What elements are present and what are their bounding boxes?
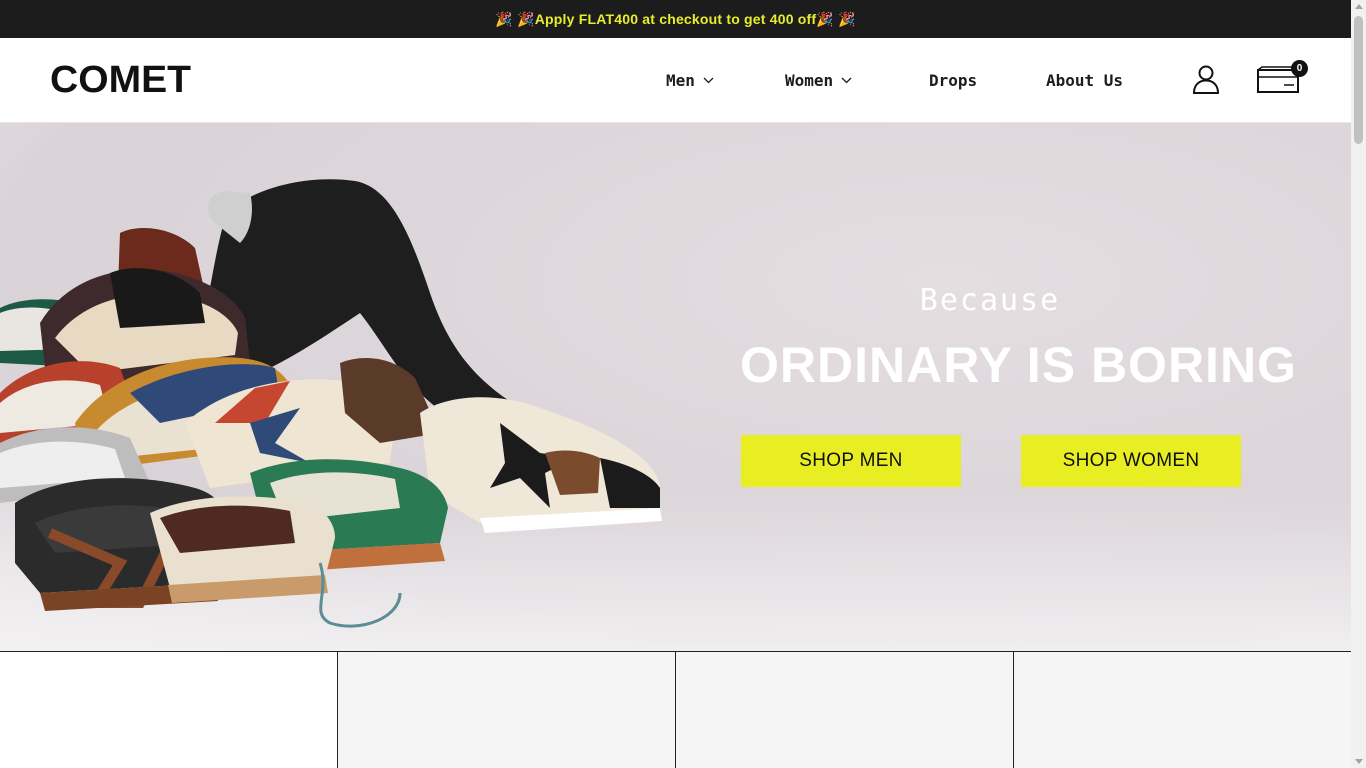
nav-about-us[interactable]: About Us [1046,68,1123,92]
hero-kicker: Because [919,283,1061,318]
category-strip [0,651,1351,768]
page: 🎉 🎉Apply FLAT400 at checkout to get 400 … [0,0,1351,768]
nav-drops-label: Drops [929,70,978,90]
comet-logo[interactable]: COMET [50,61,192,97]
category-tile[interactable] [675,652,1013,768]
scroll-up-arrow-icon[interactable] [1355,4,1363,9]
logo-text: COMET [50,61,191,97]
nav-about-label: About Us [1046,70,1124,90]
hero-text: Because ORDINARY IS BORING [740,283,1297,394]
account-button[interactable] [1191,64,1221,94]
hero-banner: Because ORDINARY IS BORING SHOP MEN SHOP… [0,123,1351,651]
scroll-down-arrow-icon[interactable] [1355,759,1363,764]
site-header: COMET Men Women Drops About Us 0 [0,38,1351,123]
category-tile[interactable] [337,652,675,768]
announcement-bar: 🎉 🎉Apply FLAT400 at checkout to get 400 … [0,0,1351,38]
nav-men-label: Men [666,70,695,90]
nav-women-label: Women [785,70,834,90]
category-tile[interactable] [1013,652,1351,768]
nav-women[interactable]: Women [785,68,852,92]
chevron-down-icon [841,77,852,83]
nav-drops[interactable]: Drops [929,68,977,92]
hero-sneakers-image [0,179,662,628]
shop-men-button[interactable]: SHOP MEN [741,435,961,487]
page-scrollbar[interactable] [1351,0,1366,768]
shop-women-button[interactable]: SHOP WOMEN [1021,435,1241,487]
user-icon [1192,65,1220,94]
nav-men[interactable]: Men [666,68,714,92]
scroll-thumb[interactable] [1354,16,1363,144]
hero-cta-row: SHOP MEN SHOP WOMEN [740,435,1241,487]
hero-headline: ORDINARY IS BORING [740,337,1297,393]
cart-button[interactable]: 0 [1256,60,1308,96]
cart-count-badge: 0 [1291,60,1308,77]
announcement-text: 🎉 🎉Apply FLAT400 at checkout to get 400 … [495,10,856,27]
category-tile[interactable] [0,652,337,768]
chevron-down-icon [703,77,714,83]
